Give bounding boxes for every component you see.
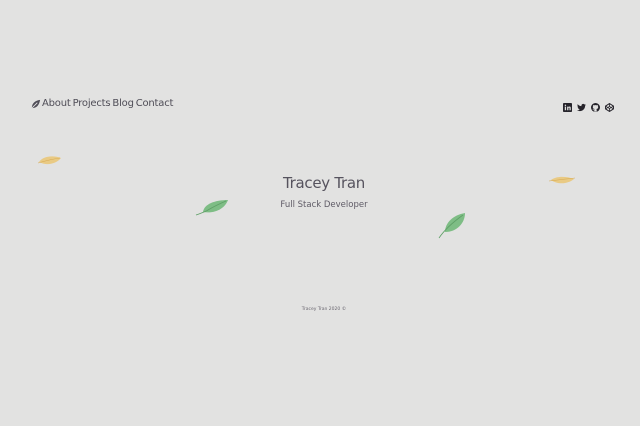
footer-copyright: Tracey Tran 2020 © (301, 307, 347, 312)
leaf-decoration-yellow-right (548, 176, 576, 184)
leaf-icon[interactable] (30, 99, 41, 110)
nav-projects[interactable]: Projects (73, 98, 111, 110)
nav-about[interactable]: About (42, 98, 71, 110)
nav-contact[interactable]: Contact (136, 98, 174, 110)
leaf-decoration-yellow-left (37, 156, 61, 165)
linkedin-icon[interactable] (563, 97, 572, 112)
twitter-icon[interactable] (577, 97, 586, 112)
github-icon[interactable] (591, 97, 600, 112)
nav-blog[interactable]: Blog (112, 98, 134, 110)
hero-name: Tracey Tran (283, 174, 365, 192)
hero-role: Full Stack Developer (280, 200, 368, 210)
codepen-icon[interactable] (605, 97, 614, 112)
leaf-decoration-green-right (438, 213, 465, 239)
social-links (563, 97, 614, 112)
main-nav: About Projects Blog Contact (30, 98, 175, 110)
leaf-decoration-green-left (195, 200, 228, 216)
